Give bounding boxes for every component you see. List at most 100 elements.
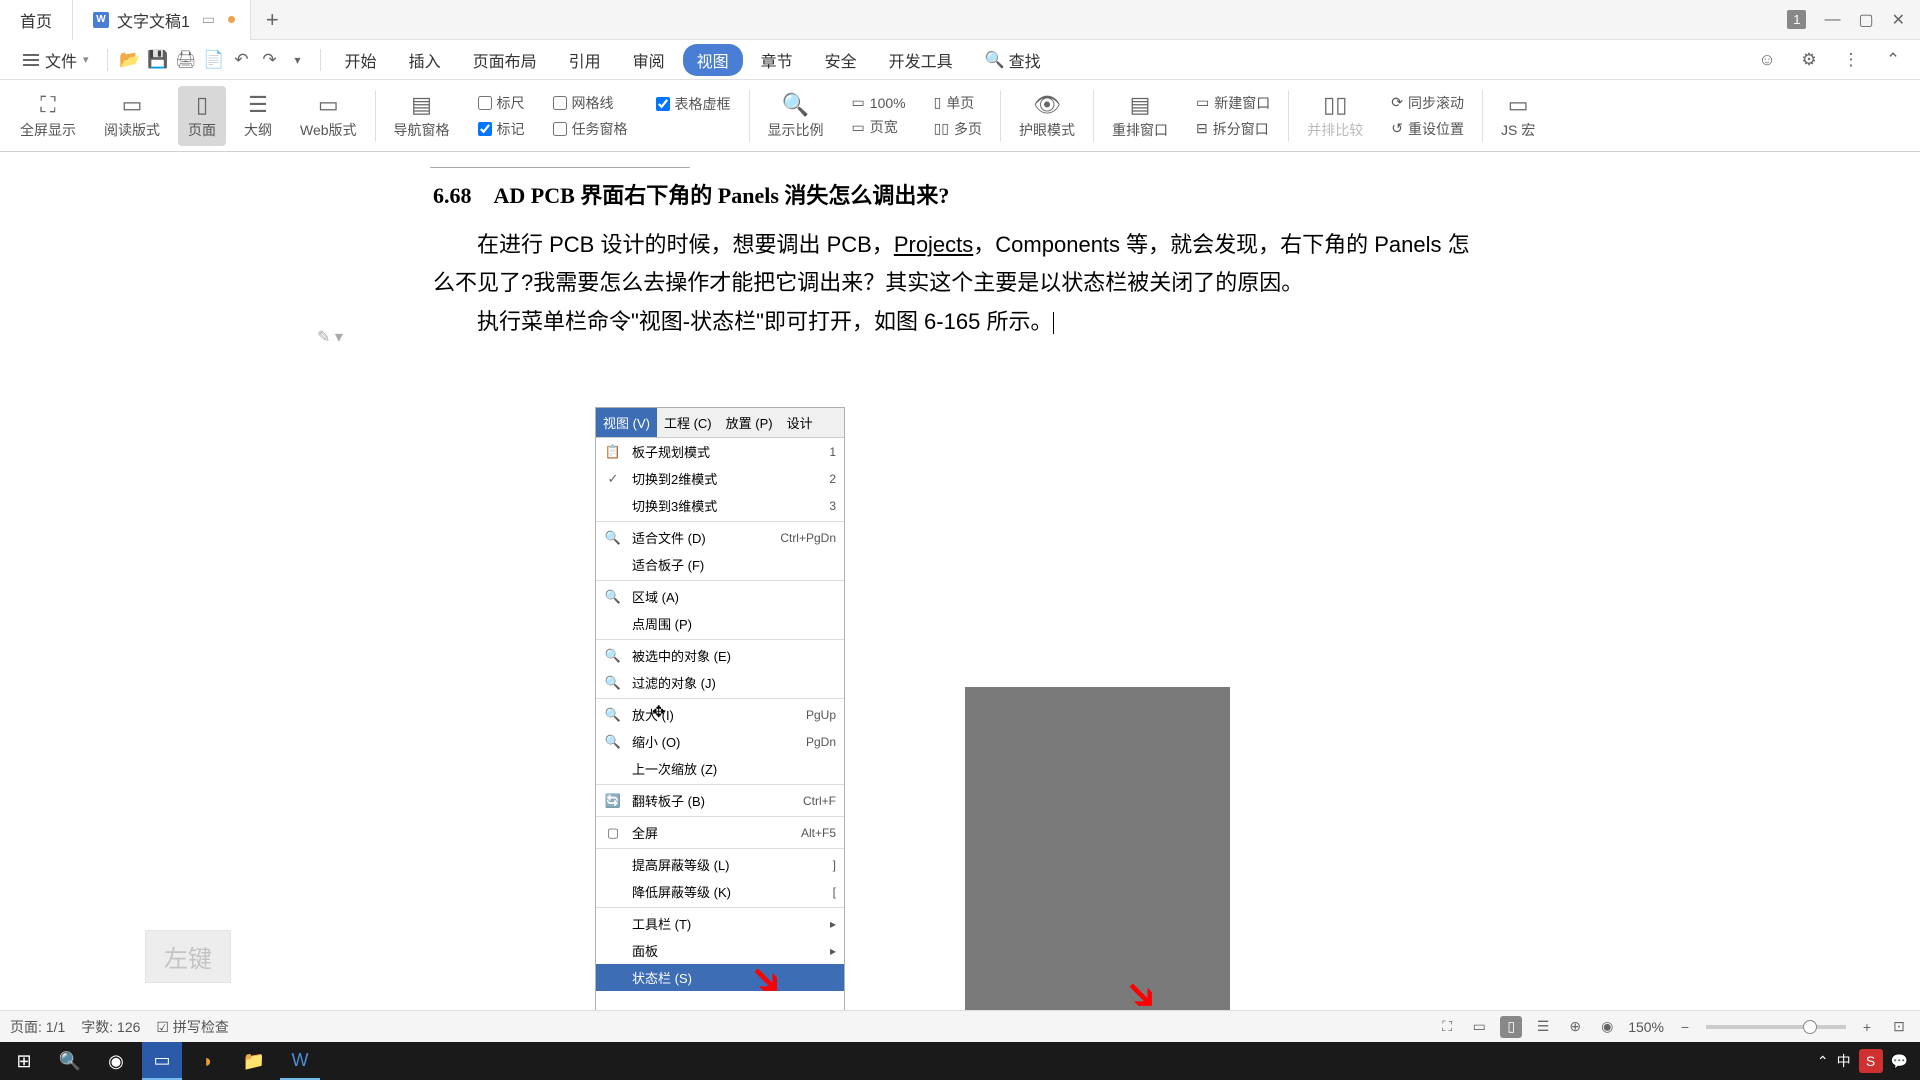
gear-icon[interactable]: ⚙ xyxy=(1797,48,1821,72)
notification-icon[interactable]: 💬 xyxy=(1891,1053,1908,1070)
fullscreen-icon: ⛶ xyxy=(40,92,55,118)
file-menu[interactable]: 文件 ▾ xyxy=(15,48,97,72)
windows-taskbar: ⊞ 🔍 ◉ ▭ ◗ 📁 W ⌃ 中 S 💬 xyxy=(0,1042,1920,1080)
menu-view[interactable]: 视图 xyxy=(683,44,743,76)
menu-insert[interactable]: 插入 xyxy=(395,48,455,72)
fullscreen-view-icon[interactable]: ⛶ xyxy=(1436,1016,1458,1038)
width-icon: ▭ xyxy=(852,119,865,136)
menu-review[interactable]: 审阅 xyxy=(619,48,679,72)
tray-chevron-icon[interactable]: ⌃ xyxy=(1817,1053,1829,1070)
undo-icon[interactable]: ↶ xyxy=(230,48,254,72)
eye-status-icon[interactable]: ◉ xyxy=(1596,1016,1618,1038)
multi-page[interactable]: ▯▯多页 xyxy=(934,119,982,139)
new-tab-button[interactable]: + xyxy=(251,7,294,33)
start-button[interactable]: ⊞ xyxy=(4,1042,44,1080)
nav-icon: ▤ xyxy=(411,92,432,118)
smile-icon[interactable]: ☺ xyxy=(1755,48,1779,72)
word-doc-icon: W xyxy=(93,12,109,28)
more-icon[interactable]: ⋮ xyxy=(1839,48,1863,72)
grid-checkbox[interactable]: 网格线 xyxy=(553,93,628,113)
app-icon-2[interactable]: ◗ xyxy=(188,1042,228,1080)
tab-min-icon[interactable]: ▭ xyxy=(202,11,215,28)
outline-button[interactable]: ☰大纲 xyxy=(234,92,282,140)
search-button[interactable]: 🔍 xyxy=(50,1042,90,1080)
menu-security[interactable]: 安全 xyxy=(811,48,871,72)
menu-chapter[interactable]: 章节 xyxy=(747,48,807,72)
outline-view-icon[interactable]: ☰ xyxy=(1532,1016,1554,1038)
ad-menu-tabs: 视图 (V) 工程 (C) 放置 (P) 设计 xyxy=(596,408,844,438)
ad-menu-row: 面板▸ xyxy=(596,937,844,964)
single-icon: ▯ xyxy=(934,94,942,111)
zoom-100[interactable]: ▭100% xyxy=(852,94,906,111)
menu-reference[interactable]: 引用 xyxy=(555,48,615,72)
split-window[interactable]: ⊟拆分窗口 xyxy=(1196,119,1270,139)
ime-indicator[interactable]: S xyxy=(1859,1049,1883,1073)
ad-menu-row: 🔍被选中的对象 (E) xyxy=(596,642,844,669)
ad-menu-row: 📋板子规划模式1 xyxy=(596,438,844,465)
nav-pane-button[interactable]: ▤导航窗格 xyxy=(384,92,460,140)
zoom-slider[interactable] xyxy=(1706,1025,1846,1029)
maximize-icon[interactable]: ▢ xyxy=(1858,10,1873,30)
page-layout-button[interactable]: ▯页面 xyxy=(178,86,226,146)
zoom-level[interactable]: 150% xyxy=(1628,1019,1664,1035)
word-count[interactable]: 字数: 126 xyxy=(81,1017,140,1037)
tab-home[interactable]: 首页 xyxy=(0,0,73,40)
page-indicator[interactable]: 页面: 1/1 xyxy=(10,1017,65,1037)
eye-mode-button[interactable]: 👁护眼模式 xyxy=(1009,92,1085,140)
taskpane-checkbox[interactable]: 任务窗格 xyxy=(553,119,628,139)
paragraph-marker-icon[interactable]: ✎ ▾ xyxy=(317,327,343,347)
doc-paragraph-2: 执行菜单栏命令"视图-状态栏"即可打开，如图 6-165 所示。 xyxy=(433,303,1483,342)
zoom-in-button[interactable]: + xyxy=(1856,1016,1878,1038)
multi-icon: ▯▯ xyxy=(934,120,949,137)
menu-start[interactable]: 开始 xyxy=(331,48,391,72)
dropdown-icon[interactable]: ▾ xyxy=(286,48,310,72)
zoom-button[interactable]: 🔍显示比例 xyxy=(758,92,834,140)
separator xyxy=(1000,90,1001,142)
menu-devtools[interactable]: 开发工具 xyxy=(875,48,967,72)
print-icon[interactable]: 🖨 xyxy=(174,48,198,72)
notification-badge[interactable]: 1 xyxy=(1787,10,1806,29)
newwin-icon: ▭ xyxy=(1196,94,1209,111)
menu-pagelayout[interactable]: 页面布局 xyxy=(459,48,551,72)
rearrange-win-button[interactable]: ▤重排窗口 xyxy=(1102,92,1178,140)
print-preview-icon[interactable]: 📄 xyxy=(202,48,226,72)
page-view-icon[interactable]: ▯ xyxy=(1500,1016,1522,1038)
ad-tab-design: 设计 xyxy=(780,408,820,437)
read-view-icon[interactable]: ▭ xyxy=(1468,1016,1490,1038)
chrome-icon[interactable]: ◉ xyxy=(96,1042,136,1080)
tablevirt-checkbox[interactable]: 表格虚框 xyxy=(656,94,731,114)
single-page[interactable]: ▯单页 xyxy=(934,93,982,113)
save-icon[interactable]: 💾 xyxy=(146,48,170,72)
tab-document[interactable]: W 文字文稿1 ▭ xyxy=(73,0,251,40)
page[interactable]: ✎ ▾ 6.68 AD PCB 界面右下角的 Panels 消失怎么调出来? 在… xyxy=(215,157,1705,1040)
minimize-icon[interactable]: — xyxy=(1824,11,1840,29)
redo-icon[interactable]: ↷ xyxy=(258,48,282,72)
fit-button[interactable]: ⊡ xyxy=(1888,1016,1910,1038)
web-view-icon[interactable]: ⊕ xyxy=(1564,1016,1586,1038)
page-width[interactable]: ▭页宽 xyxy=(852,117,906,137)
zoom-out-button[interactable]: − xyxy=(1674,1016,1696,1038)
title-bar: 首页 W 文字文稿1 ▭ + 1 — ▢ ✕ xyxy=(0,0,1920,40)
wps-icon[interactable]: W xyxy=(280,1042,320,1080)
menu-search[interactable]: 🔍查找 xyxy=(971,48,1055,72)
fullscreen-button[interactable]: ⛶全屏显示 xyxy=(10,92,86,140)
collapse-ribbon-icon[interactable]: ⌃ xyxy=(1881,48,1905,72)
spell-check[interactable]: ☑ 拼写检查 xyxy=(156,1017,228,1037)
ime-lang[interactable]: 中 xyxy=(1837,1051,1851,1071)
ad-menu-row: 🔍区域 (A) xyxy=(596,583,844,610)
web-layout-button[interactable]: ▭Web版式 xyxy=(290,92,367,140)
explorer-icon[interactable]: 📁 xyxy=(234,1042,274,1080)
open-icon[interactable]: 📂 xyxy=(118,48,142,72)
close-icon[interactable]: ✕ xyxy=(1892,10,1905,30)
move-cursor-icon: ✥ xyxy=(652,702,665,722)
page-icon: ▯ xyxy=(196,92,208,118)
read-layout-button[interactable]: ▭阅读版式 xyxy=(94,92,170,140)
js-macro-button[interactable]: ▭JS 宏 xyxy=(1491,92,1545,140)
zoom-handle[interactable] xyxy=(1803,1020,1817,1034)
ad-menu-row: 工具栏 (T)▸ xyxy=(596,910,844,937)
separator xyxy=(1482,90,1483,142)
mark-checkbox[interactable]: 标记 xyxy=(478,119,525,139)
ruler-checkbox[interactable]: 标尺 xyxy=(478,93,525,113)
new-window[interactable]: ▭新建窗口 xyxy=(1196,93,1270,113)
app-icon-1[interactable]: ▭ xyxy=(142,1042,182,1080)
